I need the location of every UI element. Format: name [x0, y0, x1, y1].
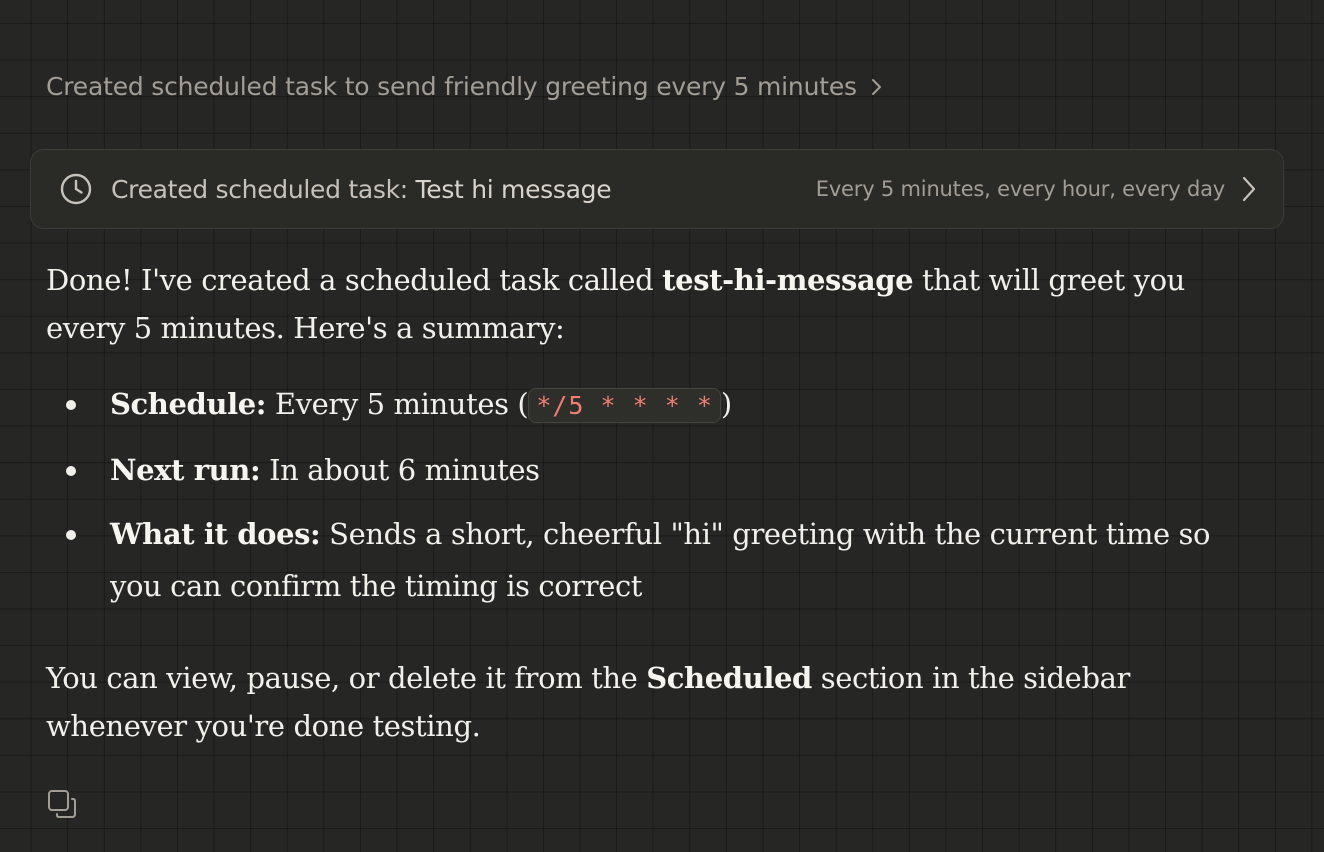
closing-text-before: You can view, pause, or delete it from t…	[46, 661, 647, 695]
bullet-text: Every 5 minutes (	[266, 387, 529, 421]
copy-button[interactable]	[46, 788, 78, 820]
tool-summary-label: Created scheduled task to send friendly …	[46, 71, 857, 101]
clock-icon	[59, 172, 93, 206]
task-card-title: Created scheduled task: Test hi message	[111, 174, 612, 204]
list-item-schedule: Schedule: Every 5 minutes (*/5 * * * *)	[46, 378, 1236, 432]
list-item-next-run: Next run: In about 6 minutes	[46, 444, 1236, 496]
bullet-label: What it does:	[110, 517, 321, 551]
summary-list: Schedule: Every 5 minutes (*/5 * * * *) …	[46, 378, 1236, 612]
bullet-label: Schedule:	[110, 387, 267, 421]
message-intro: Done! I've created a scheduled task call…	[46, 256, 1236, 352]
scheduled-task-card[interactable]: Created scheduled task: Test hi message …	[30, 149, 1284, 229]
intro-text-before: Done! I've created a scheduled task call…	[46, 263, 663, 297]
task-card-title-prefix: Created scheduled task:	[111, 174, 416, 204]
chevron-right-icon	[1241, 174, 1257, 204]
copy-icon	[46, 788, 78, 820]
cron-expression: */5 * * * *	[528, 388, 721, 423]
task-id: test-hi-message	[662, 263, 914, 297]
section-name: Scheduled	[646, 661, 812, 695]
task-card-name: Test hi message	[415, 174, 612, 204]
task-card-schedule: Every 5 minutes, every hour, every day	[815, 177, 1225, 201]
message-closing: You can view, pause, or delete it from t…	[46, 654, 1236, 750]
bullet-label: Next run:	[110, 453, 261, 487]
bullet-text: )	[720, 387, 732, 421]
bullet-text: In about 6 minutes	[260, 453, 540, 487]
list-item-what-it-does: What it does: Sends a short, cheerful "h…	[46, 508, 1236, 612]
assistant-message: Done! I've created a scheduled task call…	[46, 256, 1236, 750]
tool-summary-link[interactable]: Created scheduled task to send friendly …	[46, 68, 883, 104]
chevron-right-icon	[871, 77, 883, 97]
